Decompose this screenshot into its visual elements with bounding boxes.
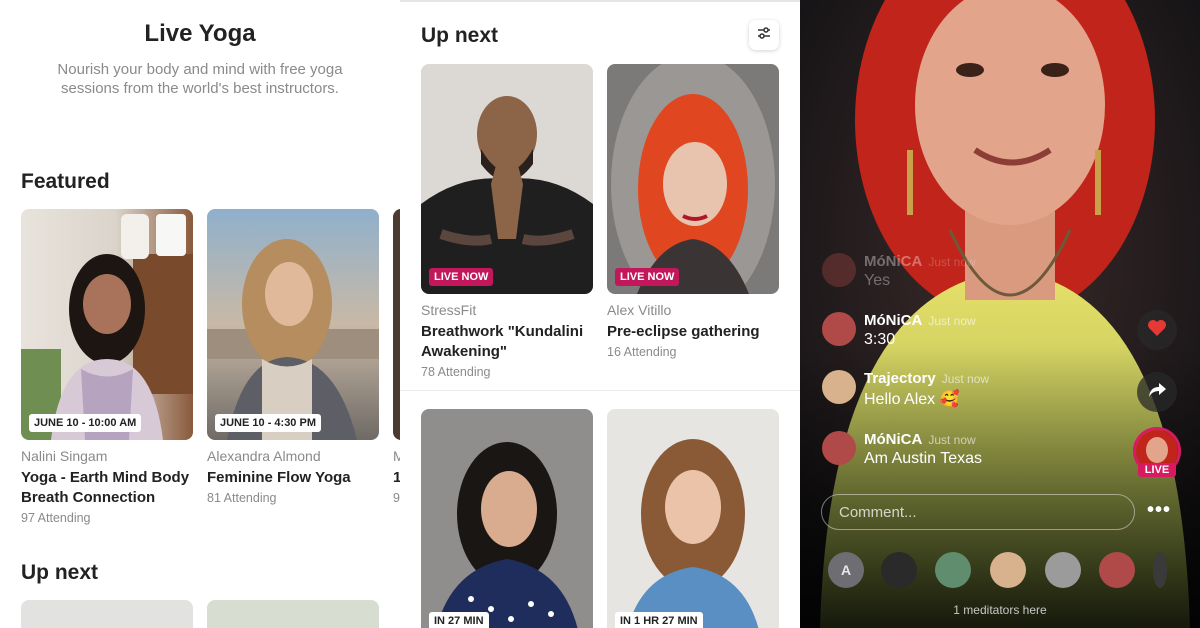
chat-timestamp: Just now [941,372,990,386]
avatar[interactable] [935,552,971,588]
avatar[interactable] [822,253,856,287]
live-now-badge: LIVE NOW [429,268,494,286]
instructor-name: StressFit [421,302,477,318]
instructor-photo [421,64,593,294]
chat-message: Trajectory Just now Hello Alex 🥰 [822,370,989,409]
upnext-heading: Up next [21,561,99,584]
session-card[interactable]: IN 27 MIN [421,409,593,628]
attending-count: 16 Attending [607,345,677,359]
session-thumbnail[interactable]: LIVE NOW [607,64,779,294]
chat-timestamp: Just now [928,433,976,447]
attending-count: 9 [393,491,400,505]
attending-count: 78 Attending [421,365,491,379]
more-options-button[interactable]: ••• [1147,500,1171,520]
live-yoga-panel: Live Yoga Nourish your body and mind wit… [0,0,400,628]
instructor-name: Alexandra Almond [207,448,321,464]
session-title[interactable]: Feminine Flow Yoga [207,468,379,488]
chat-timestamp: Just now [928,314,976,328]
share-button[interactable] [1137,372,1177,412]
meditators-row: A [800,552,1200,588]
avatar[interactable] [822,312,856,346]
session-thumbnail[interactable]: JUNE 10 - 10:00 AM [21,209,193,440]
session-title[interactable]: Breathwork "Kundalini Awakening" [421,322,593,362]
session-card[interactable]: LIVE NOW Alex Vitillo Pre-eclipse gather… [607,64,779,359]
live-now-badge: LIVE NOW [615,268,680,286]
heart-button[interactable] [1137,310,1177,350]
up-next-panel: Up next LIVE NOW StressFit Breathwork "K… [400,0,800,628]
section-divider [400,390,800,391]
avatar[interactable] [1045,552,1081,588]
chat-text: Hello Alex 🥰 [864,391,960,408]
featured-card[interactable]: JUNE 10 - 4:30 PM Alexandra Almond Femin… [207,209,379,505]
session-card[interactable]: IN 1 HR 27 MIN [607,409,779,628]
chat-username: MóNiCA [864,431,923,448]
share-icon [1147,381,1167,404]
featured-heading: Featured [21,170,110,193]
avatar[interactable] [990,552,1026,588]
comment-input[interactable]: Comment... [821,494,1135,530]
date-badge: JUNE 10 - 10:00 AM [29,414,142,432]
upnext-title: Up next [421,24,499,47]
chat-username: Trajectory [864,370,936,387]
instructor-name: M [393,448,400,464]
avatar[interactable] [822,431,856,465]
session-thumbnail[interactable]: JUNE 10 - 4:30 PM [207,209,379,440]
session-title[interactable]: Yoga - Earth Mind Body Breath Connection [21,468,193,508]
instructor-photo [607,409,779,628]
live-badge: LIVE [1138,463,1176,477]
session-title[interactable]: 1 [393,468,400,488]
chat-text: Yes [864,272,891,289]
instructor-photo [607,64,779,294]
start-time-badge: IN 1 HR 27 MIN [615,612,703,628]
featured-card[interactable]: M 1 9 [393,209,400,505]
session-title[interactable]: Pre-eclipse gathering [607,322,779,342]
chat-timestamp: Just now [928,255,976,269]
attending-count: 97 Attending [21,511,91,525]
chat-text: 3:30 [864,331,896,348]
page-title: Live Yoga [144,20,256,47]
date-badge: JUNE 10 - 4:30 PM [215,414,321,432]
chat-message: MóNiCA Just now Yes [822,253,976,290]
start-time-badge: IN 27 MIN [429,612,489,628]
session-thumbnail[interactable]: IN 1 HR 27 MIN [607,409,779,628]
chat-username: MóNiCA [864,253,923,270]
instructor-photo [421,409,593,628]
session-card[interactable]: LIVE NOW StressFit Breathwork "Kundalini… [421,64,593,379]
avatar[interactable] [1153,552,1167,588]
heart-icon [1147,319,1167,342]
instructor-photo [21,209,193,440]
session-thumbnail[interactable]: LIVE NOW [421,64,593,294]
session-thumbnail[interactable]: IN 27 MIN [421,409,593,628]
instructor-name: Nalini Singam [21,448,108,464]
avatar[interactable] [881,552,917,588]
session-thumbnail[interactable] [393,209,400,440]
page-subtitle: Nourish your body and mind with free yog… [57,61,343,97]
chat-text: Am Austin Texas [864,450,982,467]
chat-message: MóNiCA Just now Am Austin Texas [822,431,982,468]
sliders-icon [756,25,772,46]
chat-username: MóNiCA [864,312,923,329]
featured-card[interactable]: JUNE 10 - 10:00 AM Nalini Singam Yoga - … [21,209,193,525]
instructor-name: Alex Vitillo [607,302,672,318]
avatar[interactable]: A [828,552,864,588]
chat-message: MóNiCA Just now 3:30 [822,312,976,349]
upnext-thumbnail[interactable] [207,600,379,628]
meditators-count: 1 meditators here [953,603,1047,617]
filter-button[interactable] [749,20,779,50]
attending-count: 81 Attending [207,491,277,505]
live-stream-panel: MóNiCA Just now Yes MóNiCA Just now 3:30 T… [800,0,1200,628]
instructor-photo [207,209,379,440]
avatar[interactable] [822,370,856,404]
upnext-thumbnail[interactable] [21,600,193,628]
avatar[interactable] [1099,552,1135,588]
